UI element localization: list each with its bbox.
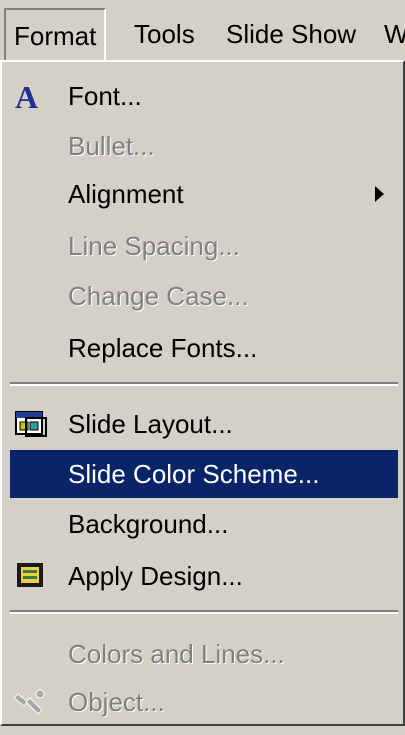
menu-item-slide-layout[interactable]: Slide Layout... xyxy=(10,400,398,448)
menu-item-line-spacing[interactable]: Line Spacing... xyxy=(10,222,398,270)
menu-item-apply-design[interactable]: Apply Design... xyxy=(10,552,398,600)
menu-item-replace-fonts[interactable]: Replace Fonts... xyxy=(10,324,398,372)
menu-item-font-label: Font... xyxy=(68,81,142,111)
slide-layout-icon xyxy=(12,406,50,442)
menu-item-alignment-label: Alignment xyxy=(68,179,184,209)
menu-bar: Format Tools Slide Show W xyxy=(0,0,405,68)
menu-item-line-spacing-label: Line Spacing... xyxy=(68,231,241,261)
menu-separator xyxy=(10,610,398,614)
menu-separator xyxy=(10,382,398,386)
apply-design-icon xyxy=(12,558,50,594)
menu-item-change-case-label: Change Case... xyxy=(68,281,249,311)
menu-item-bullet-label: Bullet... xyxy=(68,131,155,161)
menu-item-colors-and-lines[interactable]: Colors and Lines... xyxy=(10,630,398,678)
menu-slide-show[interactable]: Slide Show xyxy=(218,8,364,60)
menu-item-object[interactable]: Object... xyxy=(10,678,398,726)
menu-item-change-case[interactable]: Change Case... xyxy=(10,272,398,320)
submenu-arrow-icon xyxy=(375,186,384,202)
menu-item-object-label: Object... xyxy=(68,687,165,717)
menu-item-slide-color-scheme[interactable]: Slide Color Scheme... xyxy=(10,450,398,498)
menu-item-background[interactable]: Background... xyxy=(10,500,398,548)
menu-item-alignment[interactable]: Alignment xyxy=(10,170,398,218)
svg-text:A: A xyxy=(15,79,38,114)
menu-item-bullet[interactable]: Bullet... xyxy=(10,122,398,170)
object-icon xyxy=(12,684,50,720)
menu-tools[interactable]: Tools xyxy=(126,8,203,60)
menu-format[interactable]: Format xyxy=(4,8,107,60)
menu-item-replace-fonts-label: Replace Fonts... xyxy=(68,333,258,363)
font-a-icon: A xyxy=(12,78,50,115)
menu-window[interactable]: W xyxy=(376,8,405,60)
menu-item-slide-layout-label: Slide Layout... xyxy=(68,409,233,439)
menu-item-font[interactable]: A Font... xyxy=(10,72,398,120)
menu-item-background-label: Background... xyxy=(68,509,229,539)
menu-item-colors-and-lines-label: Colors and Lines... xyxy=(68,639,285,669)
menu-item-apply-design-label: Apply Design... xyxy=(68,561,243,591)
menu-item-slide-color-scheme-label: Slide Color Scheme... xyxy=(68,459,320,489)
